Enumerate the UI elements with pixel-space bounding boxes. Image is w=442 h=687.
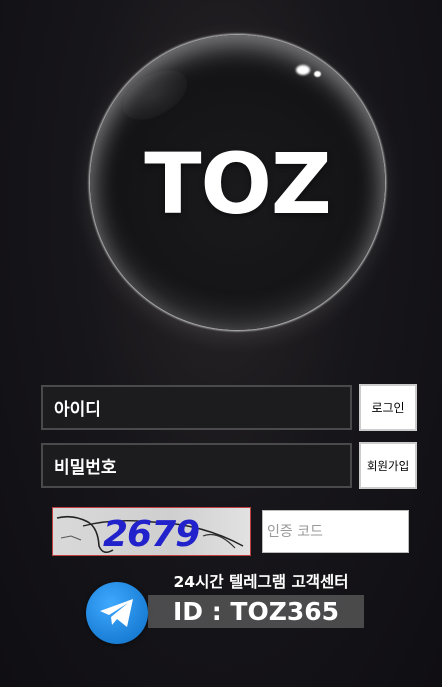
paper-plane-icon	[100, 599, 133, 627]
telegram-id: ID : TOZ365	[172, 597, 340, 626]
telegram-icon	[86, 582, 148, 644]
captcha-code: 2679	[103, 514, 200, 555]
login-button[interactable]: 로그인	[359, 384, 417, 431]
telegram-title: 24시간 텔레그램 고객센터	[173, 573, 349, 591]
logo-text: TOZ	[144, 135, 332, 233]
captcha-input[interactable]	[262, 510, 409, 553]
username-field[interactable]: 아이디	[41, 385, 352, 430]
telegram-support-banner[interactable]: 24시간 텔레그램 고객센터 ID : TOZ365	[86, 570, 366, 646]
bubble-shine-small	[314, 71, 321, 77]
password-field[interactable]: 비밀번호	[41, 443, 352, 488]
captcha-image: 2679	[52, 507, 251, 556]
signup-button[interactable]: 회원가입	[359, 442, 417, 489]
bubble-shine	[296, 65, 310, 75]
logo: TOZ	[90, 35, 385, 330]
